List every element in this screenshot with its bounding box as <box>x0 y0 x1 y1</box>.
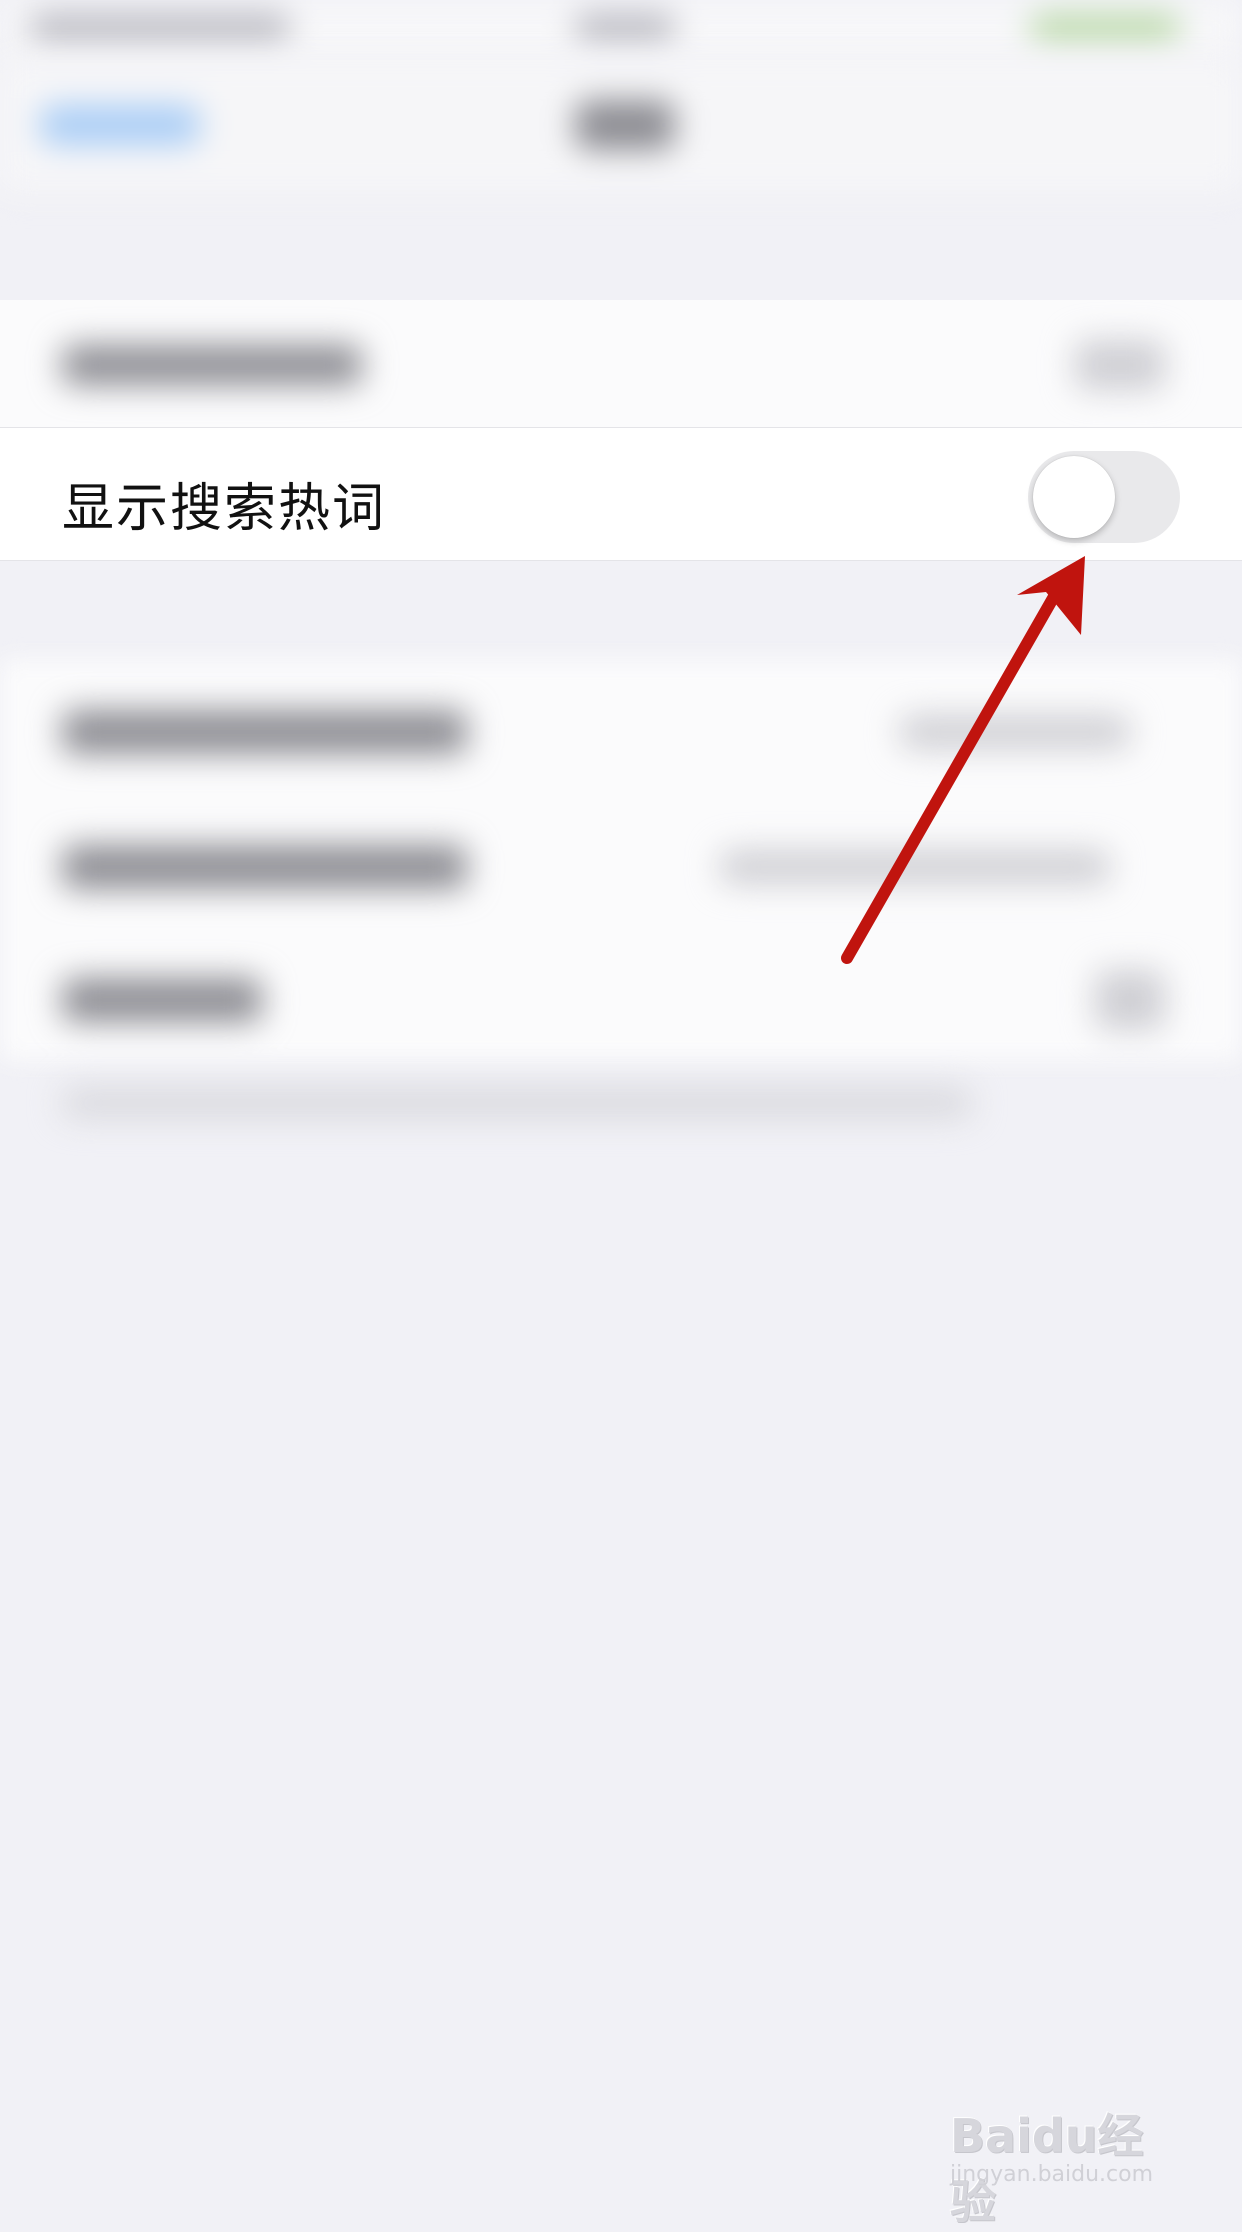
watermark-url: jingyan.baidu.com <box>950 2162 1154 2187</box>
arrow-shaft <box>841 580 1066 964</box>
annotation-arrow <box>841 556 1085 964</box>
watermark: Baidu经验 jingyan.baidu.com <box>950 2070 1180 2229</box>
arrow-head <box>1017 556 1085 635</box>
